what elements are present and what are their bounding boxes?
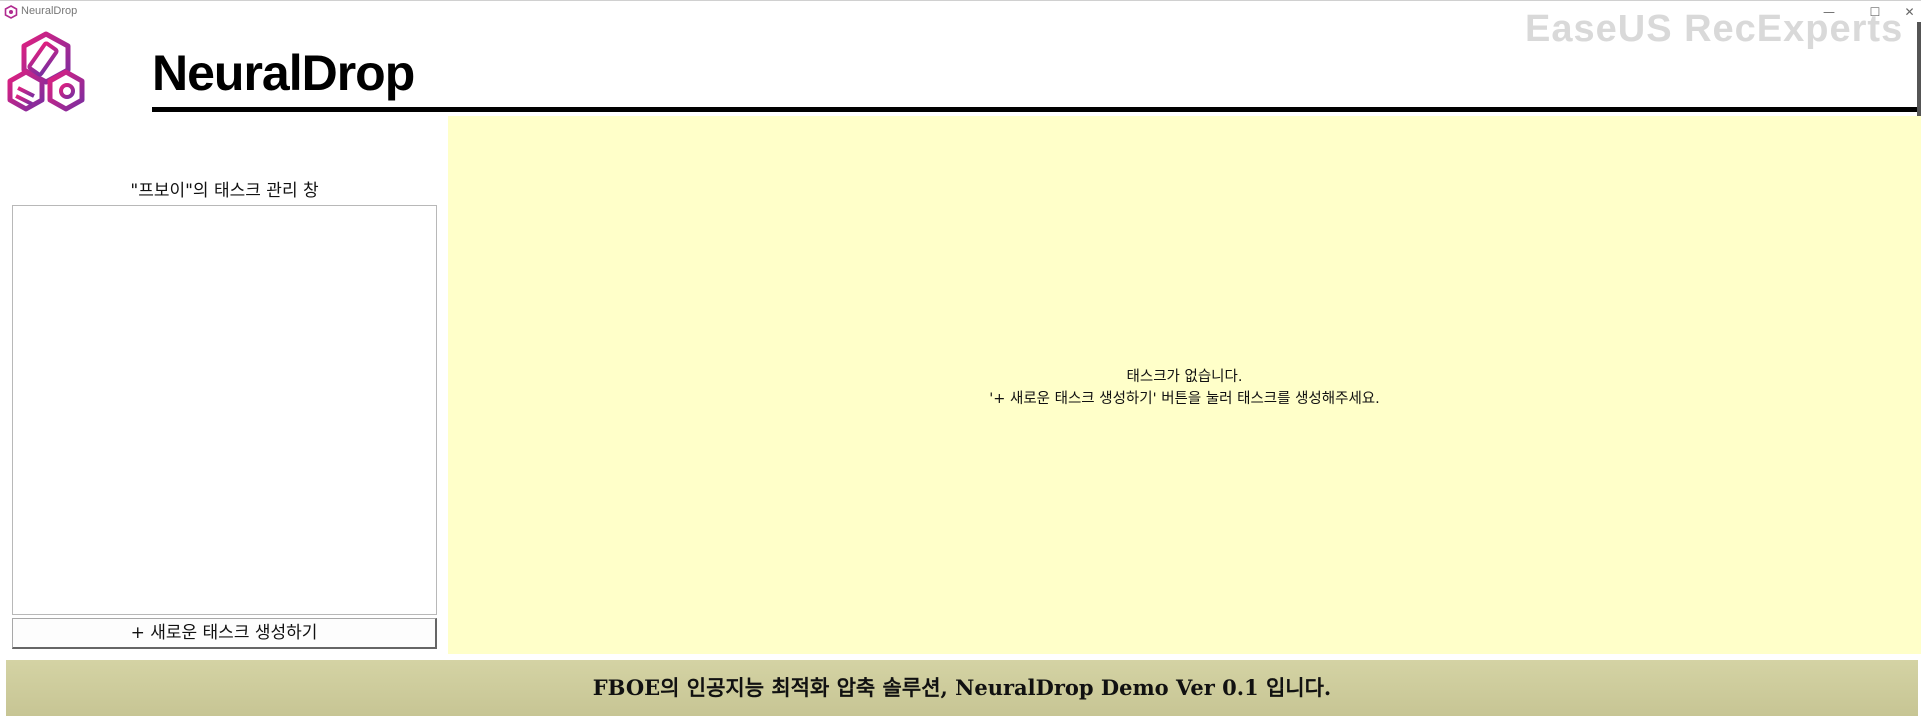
footer-banner: FBOE의 인공지능 최적화 압축 솔루션, NeuralDrop Demo V…: [6, 660, 1918, 716]
task-detail-area: 태스크가 없습니다. '+ 새로운 태스크 생성하기' 버튼을 눌러 태스크를 …: [448, 116, 1921, 654]
task-panel-title: "프보이"의 태스크 관리 창: [130, 181, 319, 201]
neuraldrop-logo-icon: [7, 31, 85, 112]
empty-state-line2: '+ 새로운 태스크 생성하기' 버튼을 눌러 태스크를 생성해주세요.: [989, 391, 1380, 407]
app-name-heading: NeuralDrop: [152, 45, 415, 101]
create-task-button[interactable]: + 새로운 태스크 생성하기: [12, 618, 437, 649]
header-divider: [152, 107, 1917, 112]
task-list[interactable]: [12, 205, 437, 615]
empty-state-line1: 태스크가 없습니다.: [1126, 369, 1243, 385]
empty-state-message: 태스크가 없습니다. '+ 새로운 태스크 생성하기' 버튼을 눌러 태스크를 …: [448, 366, 1921, 410]
footer-text: FBOE의 인공지능 최적화 압축 솔루션, NeuralDrop Demo V…: [592, 675, 1332, 700]
recorder-watermark: EaseUS RecExperts: [1525, 8, 1904, 50]
window-title: NeuralDrop: [21, 5, 78, 17]
app-icon: [4, 5, 18, 19]
